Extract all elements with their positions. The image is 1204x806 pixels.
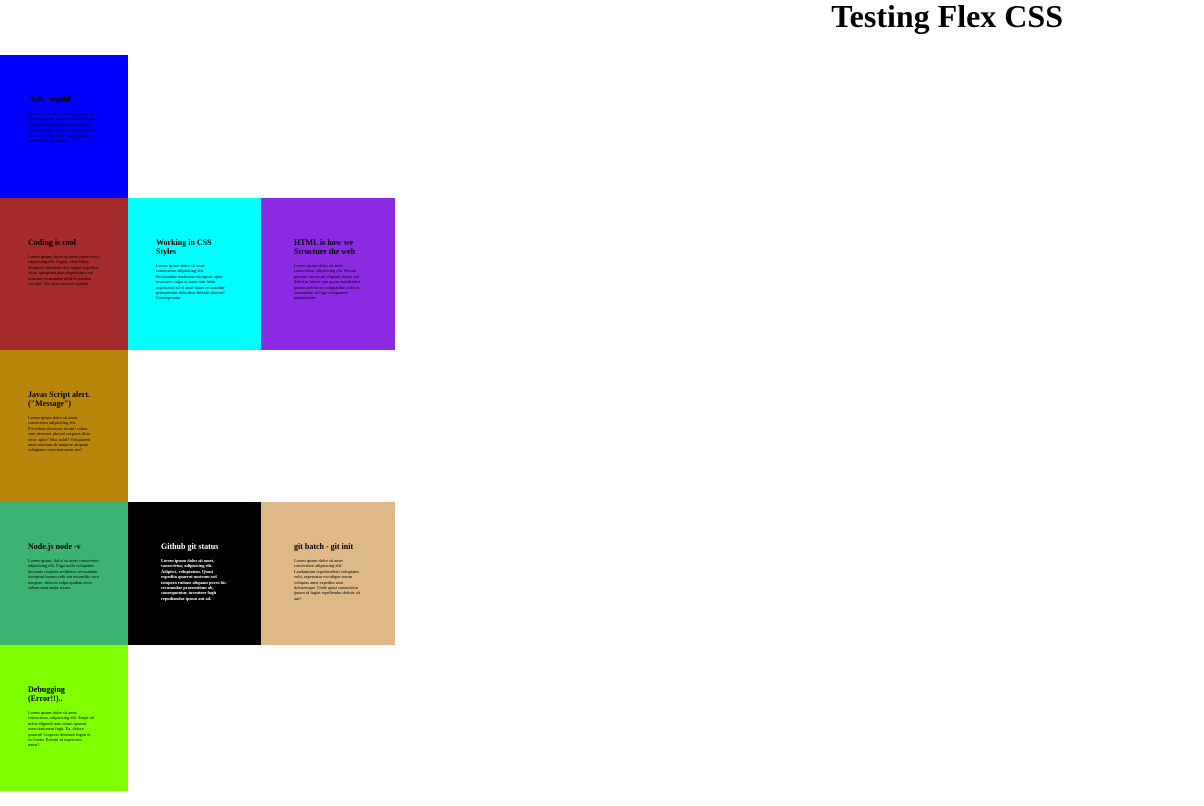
card-heading: Hello World! <box>28 95 73 104</box>
card-hello-world: Hello World! Lorem ipsum dolor sit amet … <box>0 55 128 198</box>
card-coding-is-cool: Coding is cool Lorem ipsum, dolor sit am… <box>0 198 128 350</box>
card-debugging: Debugging (Error!!).. Lorem ipsum dolor … <box>0 645 128 791</box>
card-text: Lorem ipsum dolor sit amet consectetur, … <box>28 710 94 748</box>
card-github: Github git status Lorem ipsum dolor sit … <box>128 502 261 645</box>
card-heading: Debugging (Error!!).. <box>28 685 65 703</box>
card-text: Lorem ipsum, dolor sit amet consectetur,… <box>28 254 100 287</box>
card-text: Lorem ipsum dolor sit amet consectetur a… <box>294 558 360 601</box>
card-heading: Working in CSS Styles <box>156 238 212 256</box>
card-text: Lorem ipsum dolor sit amet consectetur a… <box>28 111 98 144</box>
card-css-styles: Working in CSS Styles Lorem ipsum dolor … <box>128 198 261 350</box>
page-title: Testing Flex CSS <box>831 0 1063 34</box>
card-nodejs: Node.js node -v Lorem ipsum, dolor sit a… <box>0 502 128 645</box>
card-text: Lorem ipsum dolor sit amet consectetur, … <box>294 263 361 301</box>
card-text: Lorem ipsum dolor sit amet consectetur a… <box>156 263 225 301</box>
card-text: Lorem ipsum, dolor sit amet consectetur … <box>28 558 99 591</box>
card-heading: Coding is cool <box>28 238 77 247</box>
card-heading: Github git status <box>161 542 219 551</box>
card-heading: git batch - git init <box>294 542 354 551</box>
card-text: Lorem ipsum dolor sit amet, consectetur … <box>28 415 91 453</box>
card-git-batch: git batch - git init Lorem ipsum dolor s… <box>261 502 395 645</box>
card-heading: HTML is how we Structure the web <box>294 238 356 256</box>
card-heading: Javas Script alert. ("Message") <box>28 390 90 408</box>
card-text: Lorem ipsum dolor sit amet, consectetur,… <box>161 558 227 601</box>
card-html-structure: HTML is how we Structure the web Lorem i… <box>261 198 395 350</box>
card-javascript-alert: Javas Script alert. ("Message") Lorem ip… <box>0 350 128 502</box>
card-heading: Node.js node -v <box>28 542 81 551</box>
